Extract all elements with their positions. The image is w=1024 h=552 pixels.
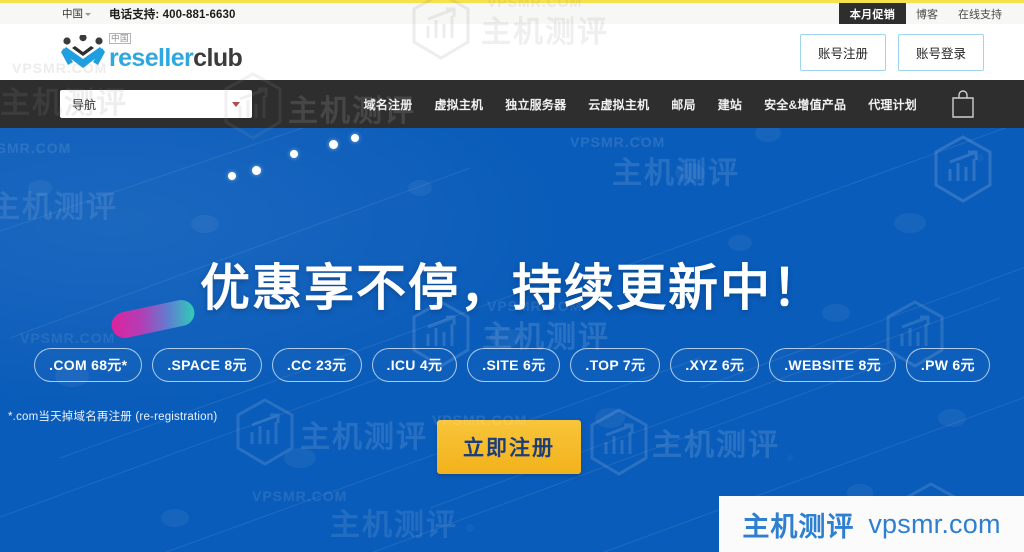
logo-wordmark: resellerclub [109,44,243,73]
country-selector[interactable]: 中国 [62,6,91,21]
hero-background [0,128,1024,552]
phone-support-text: 电话支持: 400-881-6630 [109,8,236,21]
domain-price-pill[interactable]: .SPACE 8元 [152,348,262,382]
resellerclub-logo-icon [60,34,106,69]
chevron-down-icon [232,101,240,107]
hero-dot-5 [351,134,359,142]
domain-price-pill[interactable]: .XYZ 6元 [670,348,760,382]
domain-price-pill[interactable]: .PW 6元 [905,348,990,382]
nav-dropdown-label: 导航 [72,97,97,112]
header-actions: 账号注册 账号登录 [799,33,984,71]
logo-word-reseller: reseller [109,44,194,73]
site-brand-plate: 主机测评 vpsmr.com [719,496,1024,552]
domain-price-pill[interactable]: .SITE 6元 [467,348,561,382]
nav-item-domains[interactable]: 域名注册 [353,96,424,113]
logo-word-club: club [193,44,243,73]
blog-link[interactable]: 博客 [906,3,948,24]
page-root: 优惠享不停，持续更新中！ .COM 68元* .SPACE 8元 .CC 23元… [0,0,1024,552]
nav-item-dedicated-servers[interactable]: 独立服务器 [494,96,577,113]
nav-item-reseller-plan[interactable]: 代理计划 [857,96,928,113]
online-support-link[interactable]: 在线支持 [948,3,1012,24]
monthly-promo-tab[interactable]: 本月促销 [838,3,906,24]
chevron-down-icon [85,12,91,16]
nav-item-cloud-hosting[interactable]: 云虚拟主机 [577,96,660,113]
domain-price-pill[interactable]: .CC 23元 [271,348,362,382]
account-register-button[interactable]: 账号注册 [799,33,886,71]
site-header: 中国 resellerclub 账号注册 账号登录 [0,24,1024,80]
logo-text: 中国 resellerclub [109,32,243,73]
nav-item-website-builder[interactable]: 建站 [707,96,753,113]
nav-item-security-addons[interactable]: 安全&增值产品 [753,96,857,113]
domain-price-pill[interactable]: .ICU 4元 [371,348,458,382]
logo-cn-badge: 中国 [109,32,132,45]
cart-button[interactable] [950,89,976,119]
hero-dot-2 [252,166,261,175]
nav-link-list: 域名注册 虚拟主机 独立服务器 云虚拟主机 邮局 建站 安全&增值产品 代理计划 [353,96,928,113]
domain-price-pill-list: .COM 68元* .SPACE 8元 .CC 23元 .ICU 4元 .SIT… [0,348,1024,382]
site-logo[interactable]: 中国 resellerclub [60,32,243,73]
utility-bar-left: 中国 电话支持: 400-881-6630 [0,6,235,22]
nav-item-shared-hosting[interactable]: 虚拟主机 [423,96,494,113]
domain-price-pill[interactable]: .COM 68元* [34,348,143,382]
brand-plate-cn: 主机测评 [742,511,855,542]
nav-dropdown[interactable]: 导航 [60,90,252,118]
utility-bar-right: 本月促销 博客 在线支持 [838,3,1024,24]
hero-dot-4 [329,140,338,149]
promo-footnote: *.com当天掉域名再注册 (re-registration) [8,411,218,423]
hero-headline: 优惠享不停，持续更新中！ [200,260,824,316]
top-accent-line [0,0,1024,3]
utility-bar: 中国 电话支持: 400-881-6630 本月促销 博客 在线支持 [0,3,1024,24]
hero-pattern [0,128,1024,552]
country-label: 中国 [62,8,83,20]
domain-price-pill[interactable]: .TOP 7元 [570,348,661,382]
account-login-button[interactable]: 账号登录 [897,33,984,71]
hero-dot-1 [228,172,236,180]
nav-item-email[interactable]: 邮局 [660,96,706,113]
brand-plate-url: vpsmr.com [868,508,1001,539]
hero-dot-3 [290,150,298,158]
register-now-button[interactable]: 立即注册 [437,420,581,474]
main-navbar: 导航 域名注册 虚拟主机 独立服务器 云虚拟主机 邮局 建站 安全&增值产品 代… [0,80,1024,128]
shopping-bag-icon [952,90,974,118]
domain-price-pill[interactable]: .WEBSITE 8元 [769,348,896,382]
hero-banner [0,128,1024,552]
